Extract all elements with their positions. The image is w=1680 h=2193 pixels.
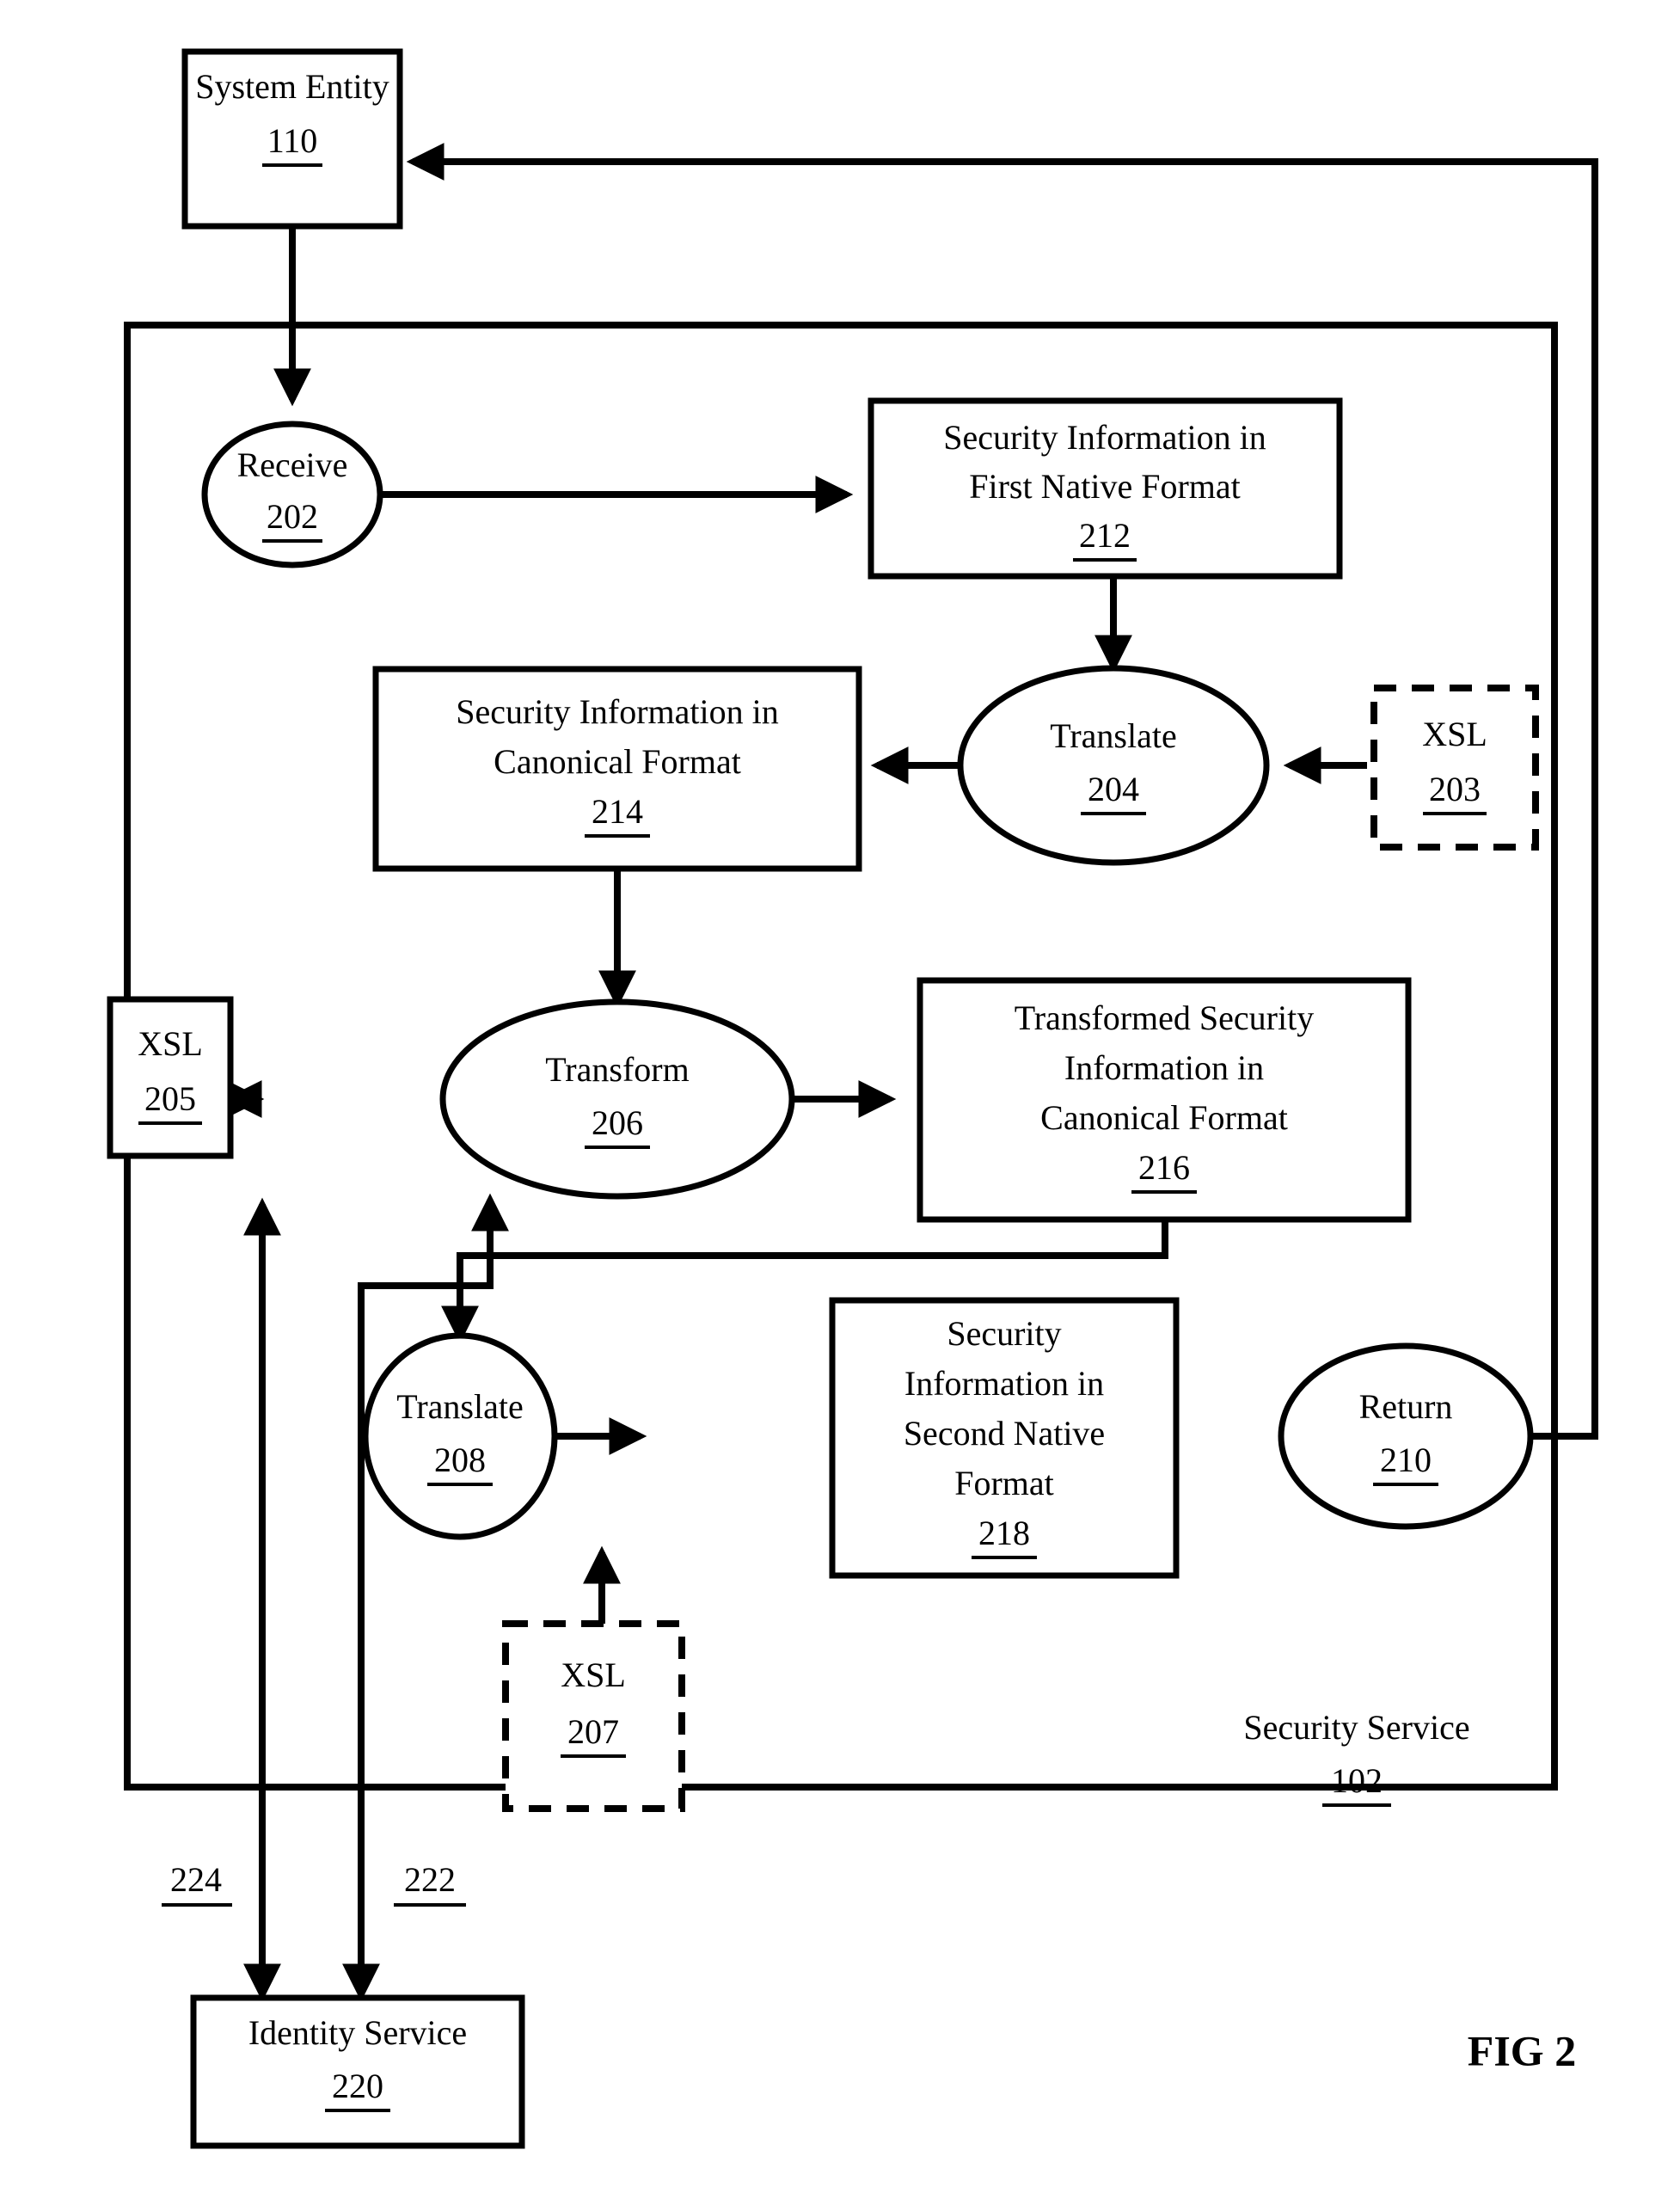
transform-206-ref: 206 [592,1103,643,1142]
node-return-210[interactable]: Return 210 [1278,1342,1534,1530]
receive-label: Receive [237,445,348,484]
sec-info-second-native-line4: Format [954,1464,1054,1502]
transformed-sec-info-line2: Information in [1064,1048,1264,1087]
node-xsl-205[interactable]: XSL 205 [107,996,234,1159]
security-service-ref: 102 [1331,1761,1383,1800]
sec-info-first-native-line2: First Native Format [969,467,1241,506]
node-security-info-first-native[interactable]: Security Information in First Native For… [868,397,1343,580]
node-transformed-security-info-canonical[interactable]: Transformed Security Information in Cano… [917,977,1412,1223]
node-system-entity[interactable]: System Entity 110 [181,48,403,230]
security-service-label: Security Service [1243,1708,1469,1747]
translate-208-label: Translate [396,1387,523,1426]
node-transform-206[interactable]: Transform 206 [439,998,795,1200]
connector-label-224: 224 [170,1860,222,1899]
diagram-canvas: System Entity 110 Receive 202 Security I… [107,48,1598,2149]
sec-info-second-native-line2: Information in [904,1364,1104,1403]
return-210-label: Return [1359,1387,1453,1426]
xsl-203-ref: 203 [1429,770,1481,808]
node-xsl-207[interactable]: XSL 207 [502,1620,685,1812]
receive-ref: 202 [267,497,318,536]
translate-208-ref: 208 [434,1440,486,1479]
node-receive[interactable]: Receive 202 [201,421,383,568]
connector-label-224-group: 224 [162,1860,232,1907]
patent-figure: System Entity 110 Receive 202 Security I… [0,0,1680,2193]
sec-info-canonical-ref: 214 [592,792,643,831]
system-entity-label: System Entity [195,67,389,106]
node-security-info-second-native[interactable]: Security Information in Second Native Fo… [829,1297,1180,1579]
connector-label-222-group: 222 [394,1860,466,1907]
xsl-203-label: XSL [1422,715,1487,753]
xsl-205-label: XSL [138,1024,203,1063]
system-entity-ref: 110 [267,121,318,160]
node-xsl-203[interactable]: XSL 203 [1370,685,1539,851]
figure-caption: FIG 2 [1468,2026,1576,2074]
sec-info-second-native-ref: 218 [978,1514,1030,1552]
xsl-205-ref: 205 [144,1079,196,1118]
transformed-sec-info-ref: 216 [1138,1148,1190,1187]
security-service-label-group: Security Service 102 [1243,1708,1470,1807]
node-identity-service[interactable]: Identity Service 220 [190,1994,525,2149]
sec-info-second-native-line1: Security [947,1314,1061,1353]
return-210-ref: 210 [1380,1440,1432,1479]
sec-info-first-native-line1: Security Information in [943,418,1266,457]
transformed-sec-info-line1: Transformed Security [1015,998,1314,1037]
node-translate-208[interactable]: Translate 208 [362,1332,558,1540]
connector-label-222: 222 [404,1860,456,1899]
translate-204-ref: 204 [1088,770,1139,808]
translate-204-label: Translate [1050,716,1176,755]
node-security-info-canonical[interactable]: Security Information in Canonical Format… [372,666,862,872]
xsl-207-label: XSL [561,1656,626,1694]
identity-service-label: Identity Service [248,2013,467,2052]
transform-206-label: Transform [545,1050,689,1089]
sec-info-canonical-line1: Security Information in [456,692,778,731]
xsl-207-ref: 207 [567,1712,619,1751]
sec-info-second-native-line3: Second Native [904,1414,1105,1453]
sec-info-canonical-line2: Canonical Format [494,742,741,781]
transformed-sec-info-line3: Canonical Format [1040,1098,1288,1137]
identity-service-ref: 220 [332,2067,383,2105]
node-translate-204[interactable]: Translate 204 [957,665,1270,866]
sec-info-first-native-ref: 212 [1079,516,1131,555]
